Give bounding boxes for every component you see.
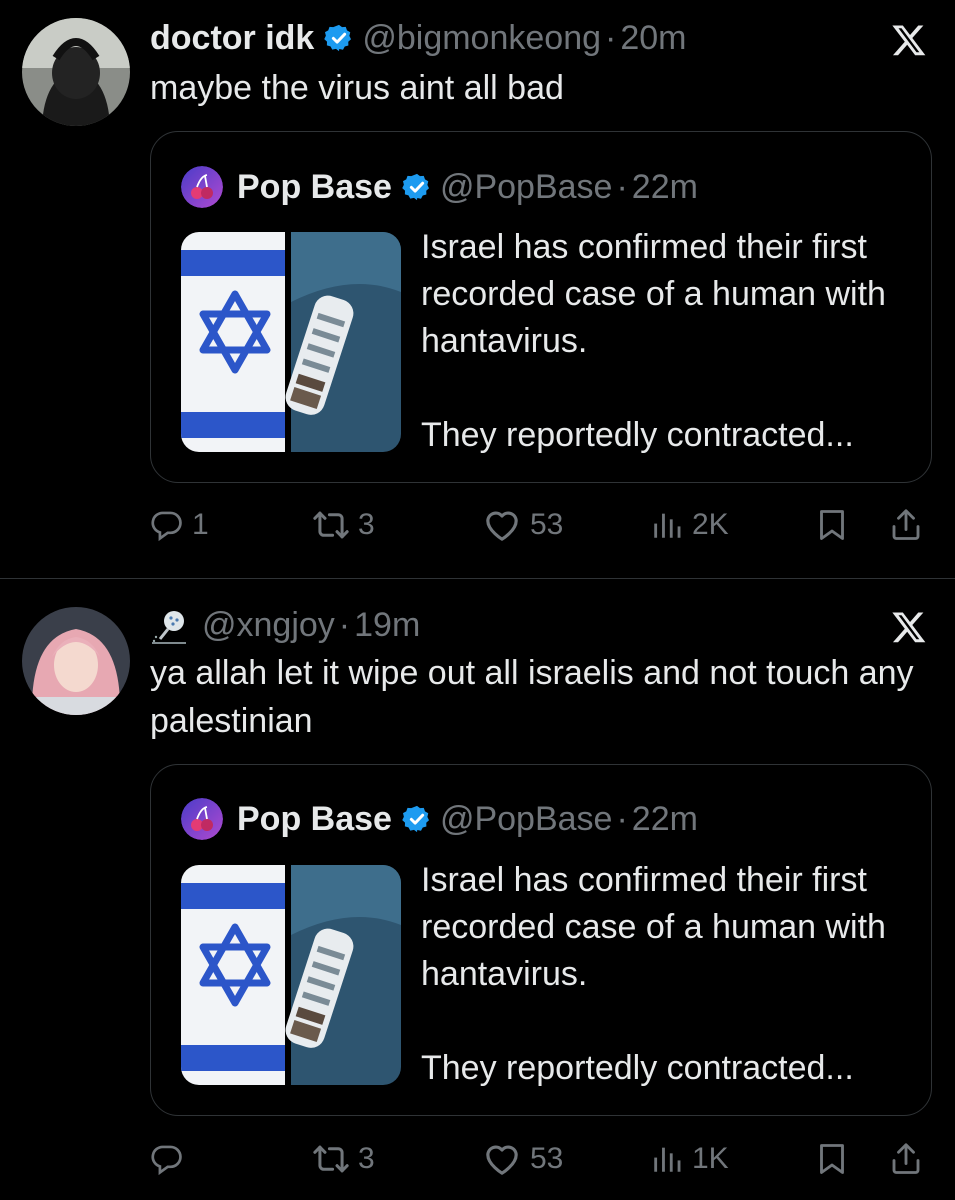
x-logo-icon (891, 22, 927, 58)
views-icon (650, 508, 684, 542)
reply-count: 1 (192, 508, 209, 541)
quote-text-content: Israel has confirmed their first recorde… (421, 228, 886, 454)
retweet-count: 3 (358, 1142, 375, 1175)
separator-dot: · (605, 18, 617, 57)
quote-display-name[interactable]: Pop Base (237, 800, 392, 839)
reply-button[interactable]: 1 (150, 500, 209, 550)
retweet-button[interactable]: 3 (312, 1134, 375, 1184)
user-handle[interactable]: @xngjoy (202, 606, 335, 645)
tweet[interactable]: @xngjoy · 19m ya allah let it wipe out a… (0, 579, 955, 1200)
quote-handle[interactable]: @PopBase (440, 168, 613, 207)
separator-dot: · (616, 799, 628, 838)
views-count: 2K (692, 508, 729, 541)
tweet-text: ya allah let it wipe out all israelis an… (150, 654, 914, 740)
verified-badge-icon (402, 804, 432, 834)
share-button[interactable] (888, 500, 924, 550)
retweet-button[interactable]: 3 (312, 500, 375, 550)
separator-dot: · (338, 605, 351, 644)
share-icon (888, 1141, 924, 1177)
quote-text: Israel has confirmed their first recorde… (421, 857, 911, 1092)
share-button[interactable] (888, 1134, 924, 1184)
retweet-count: 3 (358, 508, 375, 541)
heart-icon (482, 1139, 522, 1179)
tweet-text: maybe the virus aint all bad (150, 69, 564, 107)
popbase-avatar[interactable] (181, 798, 223, 840)
bookmark-button[interactable] (814, 500, 850, 550)
action-bar: 1 3 53 2K (150, 500, 940, 550)
share-icon (888, 507, 924, 543)
tweet[interactable]: doctor idk @bigmonkeong · 20m maybe the … (0, 0, 955, 578)
like-button[interactable]: 53 (482, 1134, 563, 1184)
quote-timestamp[interactable]: 22m (632, 800, 698, 839)
avatar[interactable] (22, 18, 130, 126)
quote-header: Pop Base @PopBase · 22m (181, 799, 698, 839)
quote-text: Israel has confirmed their first recorde… (421, 224, 911, 459)
views-button[interactable]: 1K (650, 1134, 729, 1184)
like-count: 53 (530, 508, 564, 541)
name-emoji-icon (152, 611, 186, 644)
retweet-icon (312, 506, 350, 544)
quote-handle[interactable]: @PopBase (440, 800, 613, 839)
quote-text-content: Israel has confirmed their first recorde… (421, 861, 886, 1087)
views-count: 1K (692, 1142, 729, 1175)
bookmark-icon (814, 1141, 850, 1177)
verified-badge-icon (324, 23, 354, 53)
tweet-header: @xngjoy · 19m (150, 603, 420, 647)
separator-dot: · (616, 167, 628, 206)
verified-badge-icon (402, 172, 432, 202)
user-handle[interactable]: @bigmonkeong (362, 19, 601, 58)
views-button[interactable]: 2K (650, 500, 729, 550)
bookmark-button[interactable] (814, 1134, 850, 1184)
reply-icon (150, 508, 184, 542)
tweet-header: doctor idk @bigmonkeong · 20m (150, 16, 686, 60)
display-name[interactable]: doctor idk (150, 19, 314, 58)
popbase-avatar[interactable] (181, 166, 223, 208)
quote-media-thumbnail[interactable] (181, 865, 401, 1085)
quoted-tweet[interactable]: Pop Base @PopBase · 22m Israel has confi… (150, 764, 932, 1116)
like-count: 53 (530, 1142, 564, 1175)
quote-display-name[interactable]: Pop Base (237, 168, 392, 207)
views-icon (650, 1142, 684, 1176)
reply-icon (150, 1142, 184, 1176)
bookmark-icon (814, 507, 850, 543)
timestamp[interactable]: 19m (354, 606, 420, 645)
like-button[interactable]: 53 (482, 500, 563, 550)
x-logo-icon (891, 609, 927, 645)
avatar[interactable] (22, 607, 130, 715)
timestamp[interactable]: 20m (620, 19, 686, 58)
quote-media-thumbnail[interactable] (181, 232, 401, 452)
quote-timestamp[interactable]: 22m (632, 168, 698, 207)
quote-header: Pop Base @PopBase · 22m (181, 167, 698, 207)
action-bar: 3 53 1K (150, 1134, 940, 1184)
heart-icon (482, 505, 522, 545)
quoted-tweet[interactable]: Pop Base @PopBase · 22m Israel has confi… (150, 131, 932, 483)
retweet-icon (312, 1140, 350, 1178)
reply-button[interactable] (150, 1134, 192, 1184)
